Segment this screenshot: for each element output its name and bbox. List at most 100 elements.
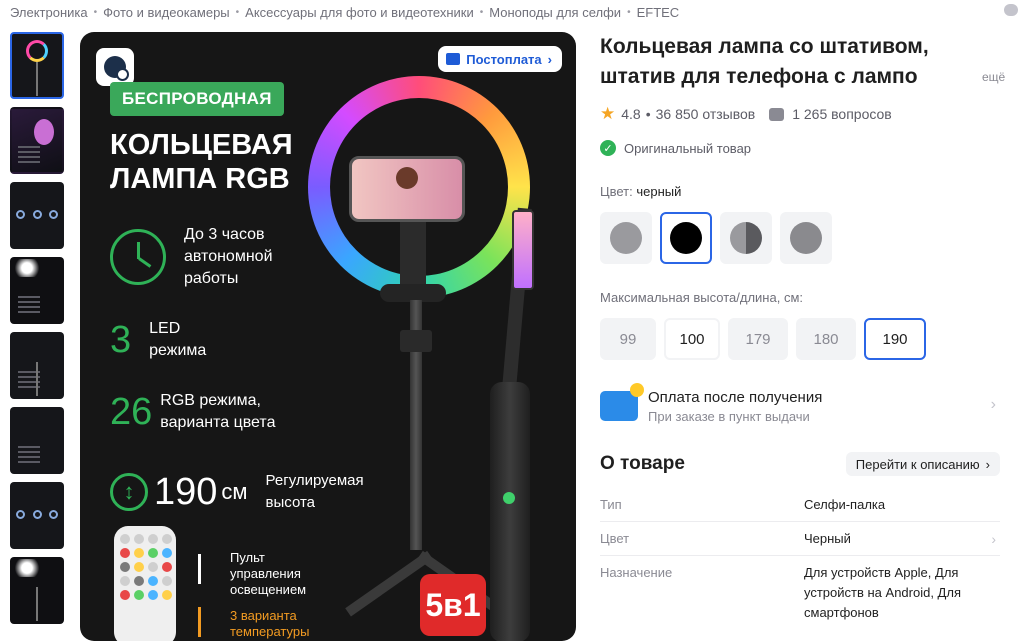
clock-icon [110, 229, 166, 285]
spec-row: Тип Селфи-палка [600, 488, 1000, 522]
thumbnail-8[interactable] [10, 557, 64, 624]
chevron-right-icon: › [985, 456, 990, 472]
about-title: О товаре [600, 453, 685, 474]
divider [198, 554, 201, 584]
breadcrumb-item-electronics[interactable]: Электроника [10, 5, 88, 20]
notification-icon[interactable] [1004, 4, 1018, 16]
size-option-100[interactable]: 100 [664, 318, 720, 360]
feature-line: варианта цвета [160, 414, 276, 431]
size-options: 99 100 179 180 190 [600, 318, 926, 360]
feature-line: работы [184, 270, 239, 287]
payment-after-receipt[interactable]: Оплата после получения При заказе в пунк… [600, 383, 1000, 428]
payment-title: Оплата после получения [648, 388, 823, 406]
spec-key: Цвет [600, 531, 630, 546]
breadcrumb-item-cameras[interactable]: Фото и видеокамеры [103, 5, 230, 20]
color-dot [730, 222, 762, 254]
hero-title-line: КОЛЬЦЕВАЯ [110, 129, 293, 161]
questions-icon [769, 107, 785, 121]
thumbnail-6[interactable] [10, 407, 64, 474]
thumbnail-1[interactable] [10, 32, 64, 99]
go-to-description-button[interactable]: Перейти к описанию › [845, 452, 1000, 476]
breadcrumb-item-brand[interactable]: EFTEC [637, 5, 680, 20]
spec-row[interactable]: Цвет Черный › [600, 522, 1000, 556]
color-swatch-4[interactable] [780, 212, 832, 264]
remote-control-image [114, 526, 176, 641]
caption-line: освещением [230, 582, 307, 597]
spec-key: Тип [600, 497, 622, 512]
feature-text: LED режима [149, 318, 206, 362]
feature-battery: До 3 часов автономной работы [110, 224, 273, 290]
breadcrumb-item-monopods[interactable]: Моноподы для селфи [489, 5, 621, 20]
rating-value[interactable]: 4.8 [621, 106, 640, 122]
questions-count[interactable]: 1 265 вопросов [792, 106, 892, 122]
color-swatch-2[interactable] [660, 212, 712, 264]
tripod-clamp-illustration [400, 330, 432, 352]
thumbnail-2[interactable] [10, 107, 64, 174]
spec-value: Селфи-палка [804, 497, 886, 512]
rating-separator: • [645, 106, 651, 122]
feature-rgb: 26 RGB режима, варианта цвета [110, 390, 275, 434]
size-option-180[interactable]: 180 [796, 318, 856, 360]
payment-text: Оплата после получения При заказе в пунк… [648, 389, 822, 424]
original-label: Оригинальный товар [624, 140, 752, 156]
color-value: черный [636, 184, 682, 199]
color-dot [670, 222, 702, 254]
product-page: Электроника • Фото и видеокамеры • Аксес… [0, 0, 1024, 641]
thumbnail-3[interactable] [10, 182, 64, 249]
phone-illustration [512, 210, 534, 290]
color-label-text: Цвет: [600, 184, 633, 199]
five-in-one-badge: 5в1 [420, 574, 486, 636]
chevron-right-icon: › [991, 531, 996, 547]
feature-number: 190 [154, 470, 218, 513]
reviews-count[interactable]: 36 850 отзывов [656, 106, 756, 122]
size-option-190[interactable]: 190 [864, 318, 926, 360]
brand-logo [96, 48, 134, 86]
feature-line: Регулируемая [265, 472, 364, 489]
breadcrumb: Электроника • Фото и видеокамеры • Аксес… [10, 4, 679, 20]
title-more-link[interactable]: ещё [970, 70, 1006, 84]
feature-line: RGB режима, [160, 392, 261, 409]
feature-line: До 3 часов [184, 226, 265, 243]
hero-title: КОЛЬЦЕВАЯ ЛАМПА RGB [110, 128, 330, 196]
vertical-arrows-icon: ↕ [110, 473, 148, 511]
check-icon: ✓ [600, 140, 616, 156]
stick-button-illustration [503, 492, 515, 504]
temperature-caption: 3 варианта температуры [230, 608, 340, 640]
breadcrumb-item-accessories[interactable]: Аксессуары для фото и видеотехники [245, 5, 474, 20]
postpay-badge[interactable]: Постоплата › [438, 46, 562, 72]
feature-led: 3 LED режима [110, 318, 206, 362]
caption-line: температуры [230, 624, 310, 639]
about-header: О товаре Перейти к описанию › [600, 452, 1000, 476]
size-option-99[interactable]: 99 [600, 318, 656, 360]
breadcrumb-separator: • [627, 6, 631, 18]
original-badge: ✓ Оригинальный товар [600, 140, 751, 156]
color-dot [610, 222, 642, 254]
star-icon: ★ [600, 104, 616, 123]
breadcrumb-separator: • [93, 6, 98, 18]
color-label: Цвет: черный [600, 184, 681, 199]
feature-text: RGB режима, варианта цвета [160, 390, 275, 434]
wallet-icon [446, 53, 461, 65]
size-option-179[interactable]: 179 [728, 318, 788, 360]
feature-height: ↕ 190 см Регулируемая высота [110, 470, 364, 514]
color-swatch-1[interactable] [600, 212, 652, 264]
spec-key: Назначение [600, 565, 673, 580]
thumbnail-4[interactable] [10, 257, 64, 324]
product-title: Кольцевая лампа со штативом, штатив для … [600, 35, 929, 88]
feature-number: 3 [110, 319, 132, 361]
breadcrumb-separator: • [479, 6, 484, 18]
payment-subtitle: При заказе в пункт выдачи [648, 408, 810, 424]
feature-number: 26 [110, 391, 153, 433]
product-info: Кольцевая лампа со штативом, штатив для … [600, 32, 1020, 641]
color-swatch-3[interactable] [720, 212, 772, 264]
thumbnail-5[interactable] [10, 332, 64, 399]
postpay-label: Постоплата [466, 51, 542, 67]
spec-row: Назначение Для устройств Apple, Для устр… [600, 556, 1000, 629]
thumbnail-7[interactable] [10, 482, 64, 549]
product-main-image[interactable]: Постоплата › БЕСПРОВОДНАЯ КОЛЬЦЕВАЯ ЛАМП… [80, 32, 576, 641]
caption-line: управления [230, 566, 301, 581]
rating-row: ★ 4.8 • 36 850 отзывов 1 265 вопросов [600, 104, 892, 124]
color-dot [790, 222, 822, 254]
selfie-stick-handle-illustration [490, 382, 530, 641]
spec-value: Черный [804, 531, 851, 546]
